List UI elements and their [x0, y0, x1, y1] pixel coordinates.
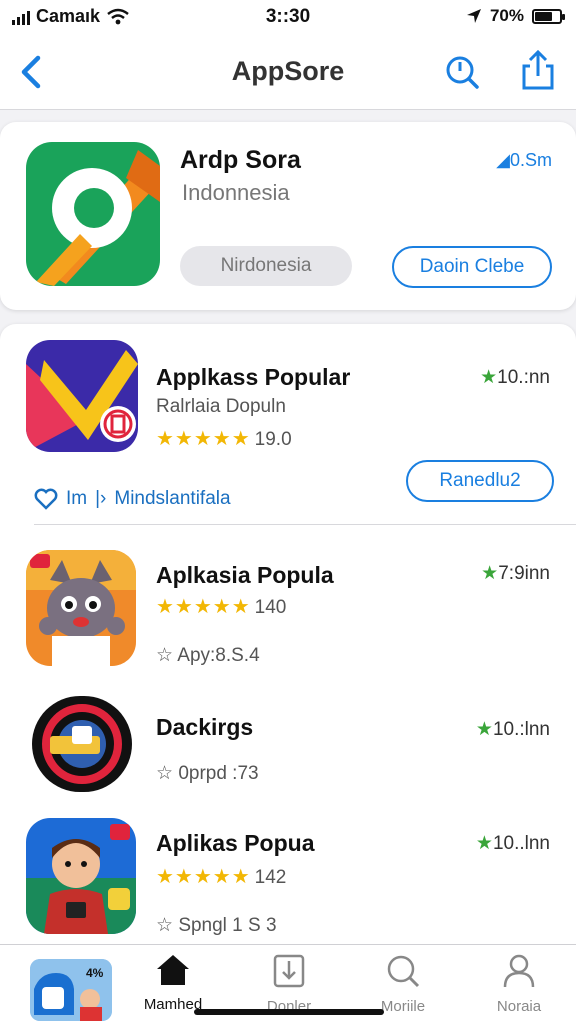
list-item[interactable]: Aplikas Popua ★★★★★ 142 ☆ Spngl 1 S 3 ★10… — [0, 818, 576, 948]
small-arrow-icon: ◢ — [496, 150, 510, 170]
app-subtitle: Ralrlaia Dopuln — [156, 396, 286, 417]
featured-app-icon[interactable] — [26, 142, 160, 286]
person-icon — [503, 954, 535, 988]
app-list-card: Applkass Popular Ralrlaia Dopuln ★★★★★ 19… — [0, 324, 576, 964]
list-item[interactable]: Applkass Popular Ralrlaia Dopuln ★★★★★ 19… — [0, 340, 576, 540]
battery-percent: 70% — [489, 6, 524, 25]
app-action-button[interactable]: Ranedlu2 — [406, 460, 554, 502]
navigation-bar: AppSore — [0, 34, 576, 110]
download-count: ★10.:nn — [480, 366, 550, 389]
download-count: ★10..lnn — [476, 832, 550, 855]
app-meta: ☆ Apy:8.S.4 — [156, 644, 260, 667]
search-icon[interactable] — [444, 54, 480, 90]
share-icon[interactable] — [518, 50, 558, 90]
small-star-icon: ☆ — [156, 915, 179, 936]
featured-app-card[interactable]: Ardp Sora Indonnesia ◢0.Sm Nirdonesia Da… — [0, 122, 576, 310]
promo-text: Mindslantifala — [114, 488, 231, 509]
region-tag-button[interactable]: Nirdonesia — [180, 246, 352, 286]
app-name: Applkass Popular — [156, 364, 351, 390]
svg-text:4%: 4% — [86, 966, 104, 980]
rating-stars: ★★★★★ 19.0 — [156, 426, 292, 451]
featured-app-size: 0.Sm — [509, 150, 552, 170]
tab-label: Noraia — [496, 998, 542, 1015]
home-indicator[interactable] — [194, 1009, 384, 1015]
star-icon: ★ — [481, 563, 499, 584]
page-title: AppSore — [231, 56, 345, 86]
rating-stars: ★★★★★ 142 — [156, 864, 286, 889]
download-count: ★7:9inn — [481, 562, 550, 585]
download-count: ★10.:lnn — [476, 718, 550, 741]
search-icon — [387, 955, 420, 988]
divider — [34, 524, 576, 525]
small-star-icon: ☆ — [156, 645, 178, 666]
status-right: 70% — [466, 6, 565, 26]
app-icon[interactable] — [26, 818, 136, 934]
rating-value: 19.0 — [254, 429, 292, 450]
rating-value: 142 — [254, 867, 287, 888]
today-tab-icon[interactable]: 4% — [30, 959, 112, 1021]
list-item[interactable]: Aplkasia Popula ★★★★★ 140 ☆ Apy:8.S.4 ★7:… — [0, 550, 576, 670]
battery-icon — [532, 8, 565, 24]
count-value: 10.:nn — [497, 367, 550, 388]
star-icon: ★ — [475, 833, 493, 854]
battery-fill — [535, 11, 552, 21]
tab-profile[interactable]: Noraia — [464, 953, 574, 1015]
app-meta: ☆ 0prpd :73 — [156, 762, 259, 785]
count-value: 10.:lnn — [492, 719, 550, 740]
download-icon — [273, 954, 305, 988]
featured-app-subtitle: Indonnesia — [182, 180, 290, 205]
app-meta-text: 0prpd :73 — [178, 763, 259, 784]
promo-label: Im — [66, 488, 88, 509]
app-icon[interactable] — [32, 696, 132, 792]
promo-link[interactable]: Im |› Mindslantifala — [34, 488, 231, 510]
star-icons: ★★★★★ — [156, 596, 251, 618]
small-star-icon: ☆ — [156, 763, 179, 784]
tab-home[interactable]: Mamhed — [118, 953, 228, 1013]
heart-icon — [34, 488, 58, 510]
star-icons: ★★★★★ — [156, 428, 251, 450]
app-meta: ☆ Spngl 1 S 3 — [156, 914, 277, 937]
star-icon: ★ — [480, 367, 498, 388]
tab-search[interactable]: Moriile — [348, 953, 458, 1015]
star-icon: ★ — [475, 719, 493, 740]
home-icon — [157, 955, 189, 985]
count-value: 10..lnn — [492, 833, 550, 854]
rating-stars: ★★★★★ 140 — [156, 594, 286, 619]
star-icons: ★★★★★ — [156, 866, 251, 888]
status-bar: Camaık 3::30 70% — [0, 0, 576, 34]
location-icon — [466, 9, 481, 23]
separator-icon: |› — [95, 488, 107, 509]
app-name: Aplikas Popua — [156, 830, 315, 856]
app-meta-text: Apy:8.S.4 — [177, 645, 260, 666]
featured-action-button[interactable]: Daoin Clebe — [392, 246, 552, 288]
app-icon[interactable] — [26, 550, 136, 666]
app-name: Aplkasia Popula — [156, 562, 334, 588]
app-name: Dackirgs — [156, 714, 254, 740]
tab-download[interactable]: Donler — [234, 953, 344, 1015]
count-value: 7:9inn — [498, 563, 550, 584]
featured-app-meta: ◢0.Sm — [496, 150, 552, 171]
app-icon[interactable] — [26, 340, 138, 452]
app-meta-text: Spngl 1 S 3 — [178, 915, 277, 936]
list-item[interactable]: Dackirgs ☆ 0prpd :73 ★10.:lnn — [0, 696, 576, 796]
rating-value: 140 — [254, 597, 287, 618]
featured-app-name: Ardp Sora — [180, 146, 301, 174]
